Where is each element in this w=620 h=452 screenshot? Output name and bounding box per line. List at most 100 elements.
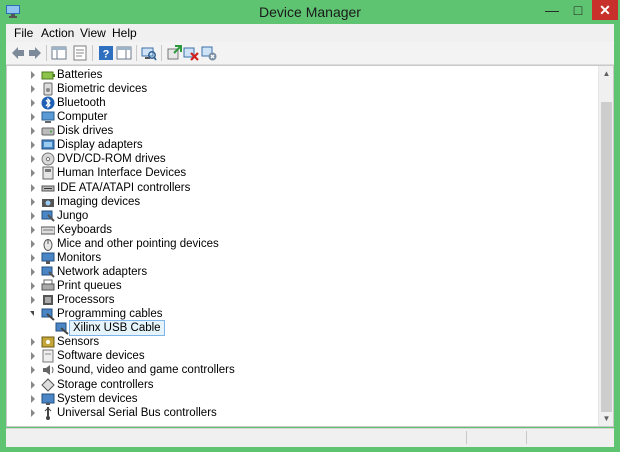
expand-arrow-icon[interactable] — [31, 239, 35, 248]
status-bar — [6, 428, 614, 447]
ide-icon — [41, 185, 55, 192]
usb-icon — [41, 210, 55, 222]
expand-arrow-icon[interactable] — [31, 113, 35, 122]
expand-arrow-icon[interactable] — [31, 127, 35, 136]
expand-arrow-icon[interactable] — [31, 394, 35, 403]
tree-item-label: Human Interface Devices — [57, 167, 187, 180]
expand-arrow-icon[interactable] — [31, 408, 35, 417]
expand-arrow-icon[interactable] — [31, 366, 35, 375]
tree-item-label: Sound, video and game controllers — [57, 364, 235, 377]
scan-hardware-icon[interactable] — [141, 45, 157, 61]
tree-item-label: Imaging devices — [57, 195, 141, 208]
properties-icon[interactable] — [72, 45, 88, 61]
sound-icon — [43, 365, 54, 376]
tree-item-label: Monitors — [57, 251, 102, 264]
disable-icon[interactable] — [201, 45, 217, 61]
toolbar-separator — [92, 45, 93, 61]
window-title: Device Manager — [259, 4, 361, 20]
status-divider — [466, 431, 467, 444]
toolbar: ? — [6, 42, 614, 65]
show-hide-action-pane-icon[interactable] — [116, 45, 132, 61]
tree-item-label: Storage controllers — [57, 378, 154, 391]
dvd-icon — [41, 152, 55, 166]
toolbar-separator — [46, 45, 47, 61]
expand-arrow-icon[interactable] — [31, 211, 35, 220]
svg-text:?: ? — [103, 49, 110, 61]
menu-help[interactable]: Help — [112, 26, 137, 40]
tree-item-label: Display adapters — [57, 139, 143, 152]
tree-item-label: Xilinx USB Cable — [69, 320, 165, 337]
title-bar[interactable]: Device Manager — □ ✕ — [0, 0, 620, 24]
storage-icon — [41, 377, 55, 392]
expand-arrow-icon[interactable] — [31, 71, 35, 79]
usb-controller-icon — [44, 406, 52, 420]
tree-item-label: Network adapters — [57, 265, 148, 278]
menu-bar: File Action View Help — [6, 24, 614, 43]
status-divider — [526, 431, 527, 444]
printer-icon — [41, 279, 55, 291]
expand-arrow-icon[interactable] — [31, 183, 35, 192]
tree-item-label: Computer — [57, 111, 108, 124]
menu-file[interactable]: File — [14, 26, 33, 40]
display-icon — [41, 139, 55, 150]
tree-item-label: Mice and other pointing devices — [57, 237, 219, 250]
hid-icon — [42, 166, 54, 180]
expand-arrow-icon[interactable] — [31, 338, 35, 347]
minimize-button[interactable]: — — [539, 0, 565, 20]
tree-item-label: DVD/CD-ROM drives — [57, 153, 166, 166]
expand-arrow-icon[interactable] — [31, 99, 35, 108]
expand-arrow-icon[interactable] — [31, 225, 35, 234]
tree-item-label: Sensors — [57, 336, 100, 349]
expand-arrow-icon[interactable] — [31, 169, 35, 178]
tree-item-label: Universal Serial Bus controllers — [57, 406, 217, 419]
camera-icon — [42, 198, 54, 207]
tree-item-label: Biometric devices — [57, 83, 148, 96]
mouse-icon — [43, 238, 53, 251]
expand-arrow-icon[interactable] — [31, 380, 35, 389]
menu-action[interactable]: Action — [41, 26, 74, 40]
show-hide-console-tree-icon[interactable] — [51, 45, 67, 61]
forward-icon[interactable] — [27, 45, 43, 61]
tree-item-label: Disk drives — [57, 125, 114, 138]
expand-arrow-icon[interactable] — [31, 155, 35, 164]
expand-arrow-icon[interactable] — [31, 197, 35, 206]
software-icon — [42, 349, 54, 363]
expand-arrow-icon[interactable] — [31, 296, 35, 305]
expand-arrow-icon[interactable] — [31, 253, 35, 262]
tree-item-label: Bluetooth — [57, 97, 106, 110]
tree-item-label: IDE ATA/ATAPI controllers — [57, 181, 191, 194]
system-icon — [41, 393, 55, 405]
update-driver-icon[interactable] — [166, 45, 182, 61]
device-manager-window: Device Manager — □ ✕ File Action View He… — [0, 0, 620, 452]
tree-item-label: Processors — [57, 294, 115, 307]
scroll-up-icon[interactable]: ▲ — [602, 69, 611, 78]
tree-item-label: Keyboards — [57, 223, 112, 236]
expand-arrow-icon[interactable] — [31, 282, 35, 291]
tree-item-label: System devices — [57, 392, 138, 405]
tree-item-label: Print queues — [57, 280, 122, 293]
expand-arrow-icon[interactable] — [31, 352, 35, 361]
expand-arrow-icon[interactable] — [31, 85, 35, 94]
maximize-button[interactable]: □ — [565, 0, 591, 20]
expand-arrow-icon[interactable] — [31, 267, 35, 276]
tree-item-label: Software devices — [57, 350, 145, 363]
cable-icon — [41, 308, 55, 321]
help-icon[interactable]: ? — [98, 45, 114, 61]
cpu-icon — [43, 295, 53, 306]
monitor-icon — [41, 252, 55, 264]
expand-arrow-icon[interactable] — [31, 141, 35, 150]
vertical-scrollbar[interactable]: ▲ ▼ — [598, 66, 613, 426]
menu-view[interactable]: View — [80, 26, 106, 40]
device-tree-pane[interactable]: Batteries Biometric devices Bluetooth Compu… — [6, 65, 614, 427]
bluetooth-icon — [41, 96, 55, 110]
scrollbar-thumb[interactable] — [601, 102, 612, 412]
collapse-arrow-icon[interactable] — [30, 311, 34, 317]
close-button[interactable]: ✕ — [592, 0, 618, 20]
keyboard-icon — [41, 226, 55, 235]
biometric-icon — [43, 82, 53, 96]
battery-icon — [41, 71, 55, 80]
computer-icon — [41, 111, 55, 124]
scroll-down-icon[interactable]: ▼ — [602, 414, 611, 423]
back-icon[interactable] — [10, 45, 26, 61]
uninstall-icon[interactable] — [183, 45, 199, 61]
